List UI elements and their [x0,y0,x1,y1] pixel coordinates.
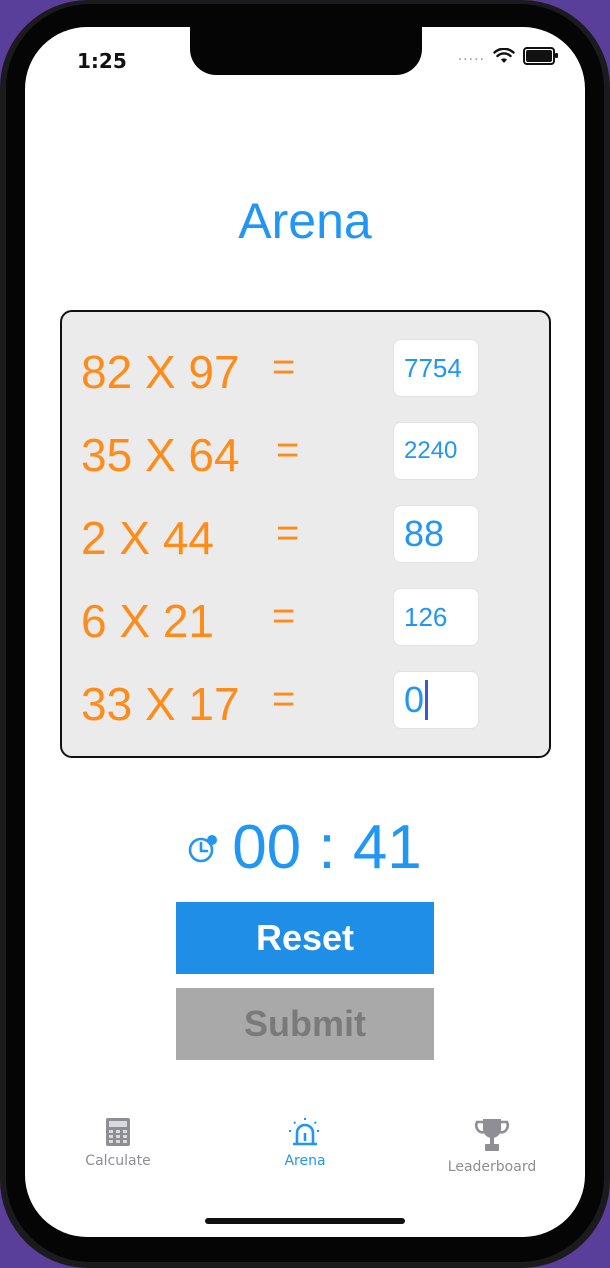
trophy-icon [475,1119,509,1151]
text-cursor [425,680,429,720]
equals-sign: = [272,677,296,721]
answer-field[interactable]: 88 [393,505,479,563]
quiz-row: 35 X 64 = 2240 [62,422,549,481]
answer-field[interactable]: 2240 [393,422,479,480]
quiz-row: 82 X 97 = 7754 [62,339,549,398]
status-indicators: ..... [457,47,558,65]
quiz-row: 6 X 21 = 126 [62,588,549,647]
answer-field-focused[interactable]: 0 [393,671,479,729]
stopwatch-icon [188,834,218,862]
quiz-row: 33 X 17 = 0 [62,671,549,730]
quiz-panel: 82 X 97 = 7754 35 X 64 = 2240 2 X 44 = 8… [60,310,551,758]
tab-calculate[interactable]: Calculate [48,1117,188,1169]
equals-sign: = [276,511,300,555]
app-screen: 1:25 ..... Arena 82 X 97 = 7754 35 X 64 … [25,27,585,1237]
phone-frame: 1:25 ..... Arena 82 X 97 = 7754 35 X 64 … [0,0,610,1268]
wifi-icon [493,48,515,63]
tab-leaderboard[interactable]: Leaderboard [422,1117,562,1175]
answer-value: 0 [404,679,425,720]
tab-label: Arena [284,1153,326,1169]
question-expression: 6 X 21 [81,595,214,647]
reset-button[interactable]: Reset [176,902,434,974]
answer-field[interactable]: 7754 [393,339,479,397]
timer-display: 00 : 41 [232,813,422,882]
tab-arena[interactable]: Arena [235,1117,375,1169]
battery-icon [523,47,558,65]
tab-bar: Calculate Arena Leaderboard [25,1117,585,1197]
tab-label: Leaderboard [447,1159,537,1175]
question-expression: 35 X 64 [81,429,240,481]
question-expression: 2 X 44 [81,512,214,564]
signal-dots: ..... [457,48,485,64]
siren-icon [289,1118,321,1146]
tab-label: Calculate [85,1153,151,1169]
answer-field[interactable]: 126 [393,588,479,646]
home-indicator [205,1218,405,1224]
equals-sign: = [272,345,296,389]
page-title: Arena [238,193,372,249]
question-expression: 33 X 17 [81,678,240,730]
notch [190,27,422,75]
calculator-icon [106,1118,130,1146]
question-expression: 82 X 97 [81,346,240,398]
submit-button[interactable]: Submit [176,988,434,1060]
countdown-timer: 00 : 41 [25,812,585,883]
status-time: 1:25 [77,49,127,73]
equals-sign: = [272,594,296,638]
equals-sign: = [276,428,300,472]
quiz-row: 2 X 44 = 88 [62,505,549,564]
